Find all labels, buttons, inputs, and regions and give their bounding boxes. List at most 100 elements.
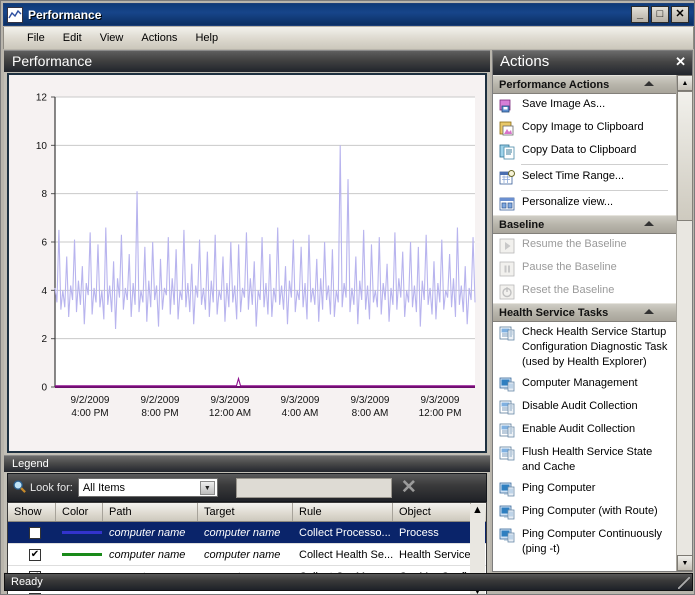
action-item-label: Ping Computer Continuously (ping -t) — [522, 528, 663, 555]
computer-task-icon — [499, 505, 515, 520]
column-color[interactable]: Color — [56, 503, 103, 521]
actions-scroll-down-button[interactable]: ▼ — [677, 555, 693, 571]
close-button[interactable]: ✕ — [671, 6, 689, 23]
computer-task-icon — [499, 377, 515, 392]
rule-cell: Collect Processo... — [299, 526, 391, 539]
svg-text:9/3/2009: 9/3/2009 — [281, 395, 320, 406]
resize-grip[interactable] — [678, 577, 690, 589]
show-checkbox[interactable]: ✔ — [29, 548, 41, 561]
performance-pane-header: Performance — [4, 50, 490, 72]
table-row[interactable]: ✔ computer name computer name Collect Healt… — [8, 544, 486, 566]
actions-group-title: Baseline — [499, 219, 545, 231]
menu-file[interactable]: File — [18, 29, 54, 47]
computer-task-icon — [499, 482, 517, 498]
action-item[interactable]: Check Health Service Startup Configurati… — [493, 322, 676, 373]
window-title: Performance — [28, 7, 102, 22]
action-item-label: Ping Computer — [522, 482, 596, 494]
svg-text:9/2/2009: 9/2/2009 — [71, 395, 110, 406]
actions-vertical-scrollbar[interactable]: ▲ ▼ — [676, 75, 693, 571]
target-cell: computer name — [204, 548, 281, 561]
show-checkbox-cell[interactable] — [8, 522, 56, 543]
action-item: Resume the Baseline — [493, 234, 676, 257]
object-cell: Process — [399, 526, 439, 539]
title-bar: Performance _ □ ✕ — [3, 3, 694, 26]
action-item[interactable]: Personalize view... — [493, 192, 676, 215]
column-show[interactable]: Show — [8, 503, 56, 521]
actions-group-header[interactable]: Performance Actions — [493, 75, 676, 94]
menu-actions[interactable]: Actions — [132, 29, 186, 47]
power-icon — [499, 284, 517, 300]
pause-icon — [499, 261, 517, 277]
performance-pane: Performance 0 2 4 6 8 10 12 9/2/2009 4:00 PM 9/2/… — [4, 50, 490, 594]
chart-svg: 0 2 4 6 8 10 12 9/2/2009 4:00 PM 9/2/2009 8:00 PM 9… — [9, 75, 485, 451]
scroll-up-button[interactable]: ▲ — [472, 504, 483, 516]
column-target[interactable]: Target — [198, 503, 293, 521]
column-path[interactable]: Path — [103, 503, 198, 521]
clear-search-button[interactable]: ✕ — [398, 477, 420, 499]
action-item[interactable]: Copy Image to Clipboard — [493, 117, 676, 140]
chevron-up-icon[interactable] — [644, 221, 654, 226]
actions-group-header[interactable]: Baseline — [493, 215, 676, 234]
task-icon — [499, 326, 517, 342]
performance-chart[interactable]: 0 2 4 6 8 10 12 9/2/2009 4:00 PM 9/2/2009 8:00 PM 9… — [7, 73, 487, 453]
copy-data-icon — [499, 144, 517, 160]
action-item[interactable]: Flush Health Service State and Cache — [493, 442, 676, 478]
chevron-up-icon[interactable] — [644, 309, 654, 314]
play-icon — [499, 238, 515, 254]
menu-edit[interactable]: Edit — [54, 29, 91, 47]
actions-title: Actions — [500, 53, 550, 70]
minimize-button[interactable]: _ — [631, 6, 649, 23]
task-icon — [499, 326, 515, 341]
series-color-swatch — [62, 553, 102, 556]
look-for-filter-select[interactable]: All Items ▼ — [77, 478, 218, 497]
look-for-label: Look for: — [30, 481, 73, 494]
actions-vscroll-thumb[interactable] — [677, 91, 693, 221]
action-item[interactable]: Ping Computer — [493, 478, 676, 501]
time-range-icon — [499, 170, 517, 186]
action-item[interactable]: Enable Audit Collection — [493, 419, 676, 442]
maximize-button[interactable]: □ — [651, 6, 669, 23]
actions-group-title: Health Service Tasks — [499, 307, 609, 319]
svg-text:9/2/2009: 9/2/2009 — [141, 395, 180, 406]
action-item[interactable]: Disable Audit Collection — [493, 396, 676, 419]
svg-text:8:00 AM: 8:00 AM — [352, 408, 389, 419]
action-item-label: Flush Health Service State and Cache — [522, 446, 653, 473]
svg-text:9/3/2009: 9/3/2009 — [421, 395, 460, 406]
action-item[interactable]: Copy Data to Clipboard — [493, 140, 676, 163]
action-item[interactable]: Select Time Range... — [493, 166, 676, 189]
rule-cell: Collect Health Se... — [299, 548, 393, 561]
legend-search-input[interactable] — [235, 477, 392, 498]
svg-text:8: 8 — [41, 189, 47, 200]
computer-task-icon — [499, 528, 515, 543]
legend-toolbar: Look for: All Items ▼ ✕ — [7, 473, 487, 502]
svg-text:9/3/2009: 9/3/2009 — [211, 395, 250, 406]
task-icon — [499, 400, 515, 415]
action-item-label: Select Time Range... — [522, 170, 625, 182]
svg-text:12:00 PM: 12:00 PM — [419, 408, 462, 419]
action-item[interactable]: Ping Computer (with Route) — [493, 501, 676, 524]
menu-separator — [521, 190, 668, 191]
action-item-label: Ping Computer (with Route) — [522, 505, 658, 517]
column-rule[interactable]: Rule — [293, 503, 393, 521]
column-object[interactable]: Object — [393, 503, 471, 521]
actions-group-header[interactable]: Health Service Tasks — [493, 303, 676, 322]
action-item[interactable]: Ping Computer Continuously (ping -t) — [493, 524, 676, 560]
chevron-up-icon[interactable] — [644, 81, 654, 86]
menu-view[interactable]: View — [91, 29, 133, 47]
action-item[interactable]: Computer Management — [493, 373, 676, 396]
action-item-label: Copy Data to Clipboard — [522, 144, 637, 156]
path-cell: computer name — [109, 526, 186, 539]
actions-scroll-up-button[interactable]: ▲ — [677, 75, 693, 91]
menu-help[interactable]: Help — [186, 29, 227, 47]
window-controls: _ □ ✕ — [631, 6, 689, 23]
action-item[interactable]: Save Image As... — [493, 94, 676, 117]
table-row[interactable]: computer name computer name Collect Proces… — [8, 522, 486, 544]
show-checkbox[interactable] — [29, 526, 41, 539]
chevron-down-icon[interactable]: ▼ — [199, 481, 215, 495]
svg-text:10: 10 — [36, 141, 48, 152]
actions-close-icon[interactable]: ✕ — [675, 54, 686, 70]
show-checkbox-cell[interactable]: ✔ — [8, 544, 56, 565]
action-item-label: Enable Audit Collection — [522, 423, 636, 435]
action-item-label: Copy Image to Clipboard — [522, 121, 644, 133]
actions-pane: Actions ✕ Performance Actions Save Image … — [492, 50, 693, 572]
